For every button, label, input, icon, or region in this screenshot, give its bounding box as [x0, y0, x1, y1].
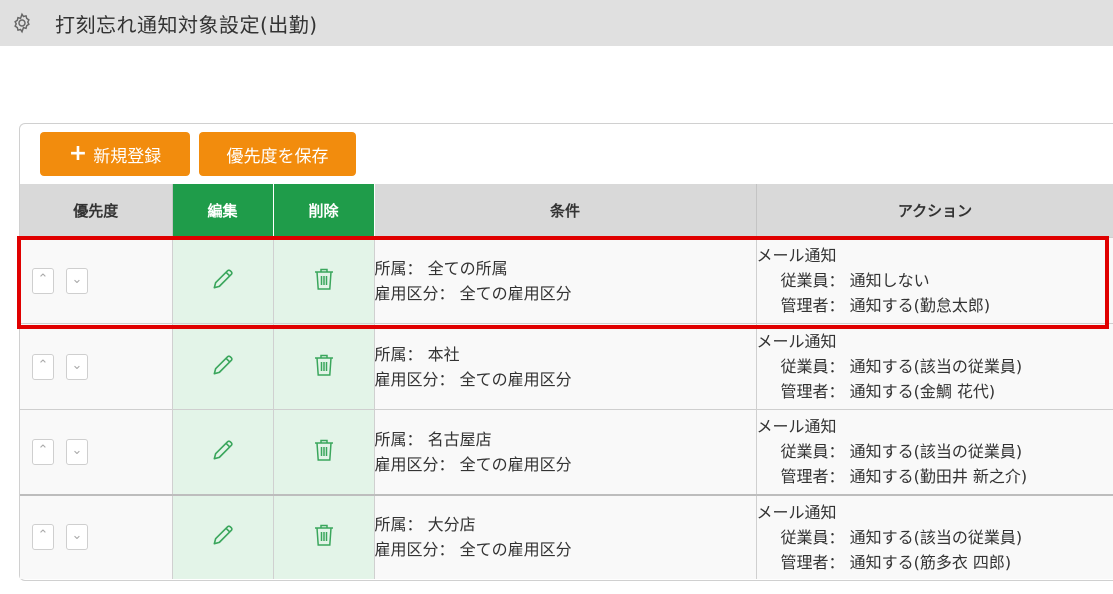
priority-cell: ⌃ ⌄: [20, 409, 173, 495]
condition-employment: 雇用区分： 全ての雇用区分: [374, 283, 572, 303]
toolbar: + 新規登録 優先度を保存: [40, 132, 356, 176]
condition-affiliation: 所属： 大分店: [374, 515, 476, 534]
pencil-icon[interactable]: [210, 437, 236, 467]
condition-employment: 雇用区分： 全ての雇用区分: [374, 454, 572, 474]
trash-icon[interactable]: [312, 266, 336, 296]
move-up-button[interactable]: ⌃: [32, 267, 54, 294]
action-title: メール通知: [756, 246, 837, 265]
condition-employment: 雇用区分： 全ての雇用区分: [374, 540, 572, 559]
condition-affiliation: 所属： 全ての所属: [374, 258, 508, 278]
delete-cell: [273, 323, 375, 410]
action-title: メール通知: [756, 332, 837, 351]
move-up-button[interactable]: ⌃: [32, 438, 54, 465]
action-employee: 従業員： 通知する(該当の従業員): [780, 527, 1023, 547]
pencil-icon[interactable]: [210, 522, 236, 552]
column-header-priority: 優先度: [20, 184, 173, 238]
trash-icon[interactable]: [312, 352, 336, 382]
condition-employment: 雇用区分： 全ての雇用区分: [374, 369, 572, 389]
column-header-delete: 削除: [273, 184, 375, 238]
condition-cell: 所属： 全ての所属 雇用区分： 全ての雇用区分: [374, 237, 757, 324]
action-title: メール通知: [756, 417, 837, 437]
settings-table: 優先度 編集 削除 条件 アクション ⌃ ⌄ 所属： 全ての所属 雇用区分： 全…: [20, 184, 1113, 579]
move-down-button[interactable]: ⌄: [66, 267, 88, 294]
table-row: ⌃ ⌄ 所属： 大分店 雇用区分： 全ての雇用区分 メール通知 従業員： 通知す…: [20, 493, 1113, 579]
plus-icon: +: [68, 141, 88, 166]
table-header-row: 優先度 編集 削除 条件 アクション: [20, 184, 1113, 238]
condition-cell: 所属： 本社 雇用区分： 全ての雇用区分: [374, 323, 757, 410]
move-down-button[interactable]: ⌄: [66, 524, 88, 550]
move-up-button[interactable]: ⌃: [32, 524, 54, 550]
pencil-icon[interactable]: [210, 352, 236, 382]
action-cell: メール通知 従業員： 通知しない 管理者： 通知する(勤怠太郎): [756, 237, 1113, 324]
title-bar: 打刻忘れ通知対象設定(出勤): [0, 0, 1113, 46]
action-employee: 従業員： 通知しない: [780, 271, 930, 290]
action-employee: 従業員： 通知する(該当の従業員): [780, 357, 1023, 376]
action-employee: 従業員： 通知する(該当の従業員): [780, 442, 1023, 462]
trash-icon[interactable]: [312, 437, 336, 467]
table-row: ⌃ ⌄ 所属： 本社 雇用区分： 全ての雇用区分 メール通知 従業員： 通知する…: [20, 323, 1113, 410]
action-cell: メール通知 従業員： 通知する(該当の従業員) 管理者： 通知する(金鯛 花代): [756, 323, 1113, 410]
priority-cell: ⌃ ⌄: [20, 493, 173, 579]
condition-affiliation: 所属： 本社: [374, 344, 460, 364]
save-priority-label: 優先度を保存: [226, 146, 329, 167]
action-title: メール通知: [756, 502, 837, 522]
edit-cell: [172, 323, 274, 410]
action-cell: メール通知 従業員： 通知する(該当の従業員) 管理者： 通知する(勤田井 新之…: [756, 409, 1113, 495]
column-header-condition: 条件: [374, 184, 757, 238]
priority-cell: ⌃ ⌄: [20, 237, 173, 324]
delete-cell: [273, 409, 375, 495]
condition-affiliation: 所属： 名古屋店: [374, 429, 492, 449]
condition-cell: 所属： 大分店 雇用区分： 全ての雇用区分: [374, 493, 757, 579]
delete-cell: [273, 237, 375, 324]
move-down-button[interactable]: ⌄: [66, 353, 88, 380]
edit-cell: [172, 237, 274, 324]
table-row: ⌃ ⌄ 所属： 名古屋店 雇用区分： 全ての雇用区分 メール通知 従業員： 通知…: [20, 409, 1113, 495]
add-button-label: 新規登録: [93, 146, 162, 167]
edit-cell: [172, 493, 274, 579]
move-down-button[interactable]: ⌄: [66, 438, 88, 465]
table-row: ⌃ ⌄ 所属： 全ての所属 雇用区分： 全ての雇用区分 メール通知 従業員： 通…: [20, 237, 1113, 324]
edit-cell: [172, 409, 274, 495]
trash-icon[interactable]: [312, 522, 336, 552]
settings-panel: + 新規登録 優先度を保存 優先度 編集 削除 条件 アクション ⌃ ⌄ 所属：…: [19, 123, 1113, 581]
move-up-button[interactable]: ⌃: [32, 353, 54, 380]
action-cell: メール通知 従業員： 通知する(該当の従業員) 管理者： 通知する(筋多衣 四郎…: [756, 493, 1113, 579]
condition-cell: 所属： 名古屋店 雇用区分： 全ての雇用区分: [374, 409, 757, 495]
add-button[interactable]: + 新規登録: [40, 132, 190, 176]
action-manager: 管理者： 通知する(金鯛 花代): [780, 382, 996, 401]
page-title: 打刻忘れ通知対象設定(出勤): [55, 12, 318, 37]
column-header-action: アクション: [756, 184, 1113, 238]
column-header-edit: 編集: [172, 184, 274, 238]
action-manager: 管理者： 通知する(勤怠太郎): [780, 296, 991, 315]
pencil-icon[interactable]: [210, 266, 236, 296]
priority-cell: ⌃ ⌄: [20, 323, 173, 410]
save-priority-button[interactable]: 優先度を保存: [199, 132, 356, 176]
action-manager: 管理者： 通知する(筋多衣 四郎): [780, 552, 1012, 572]
delete-cell: [273, 493, 375, 579]
gear-icon[interactable]: [9, 10, 35, 36]
action-manager: 管理者： 通知する(勤田井 新之介): [780, 467, 1028, 487]
